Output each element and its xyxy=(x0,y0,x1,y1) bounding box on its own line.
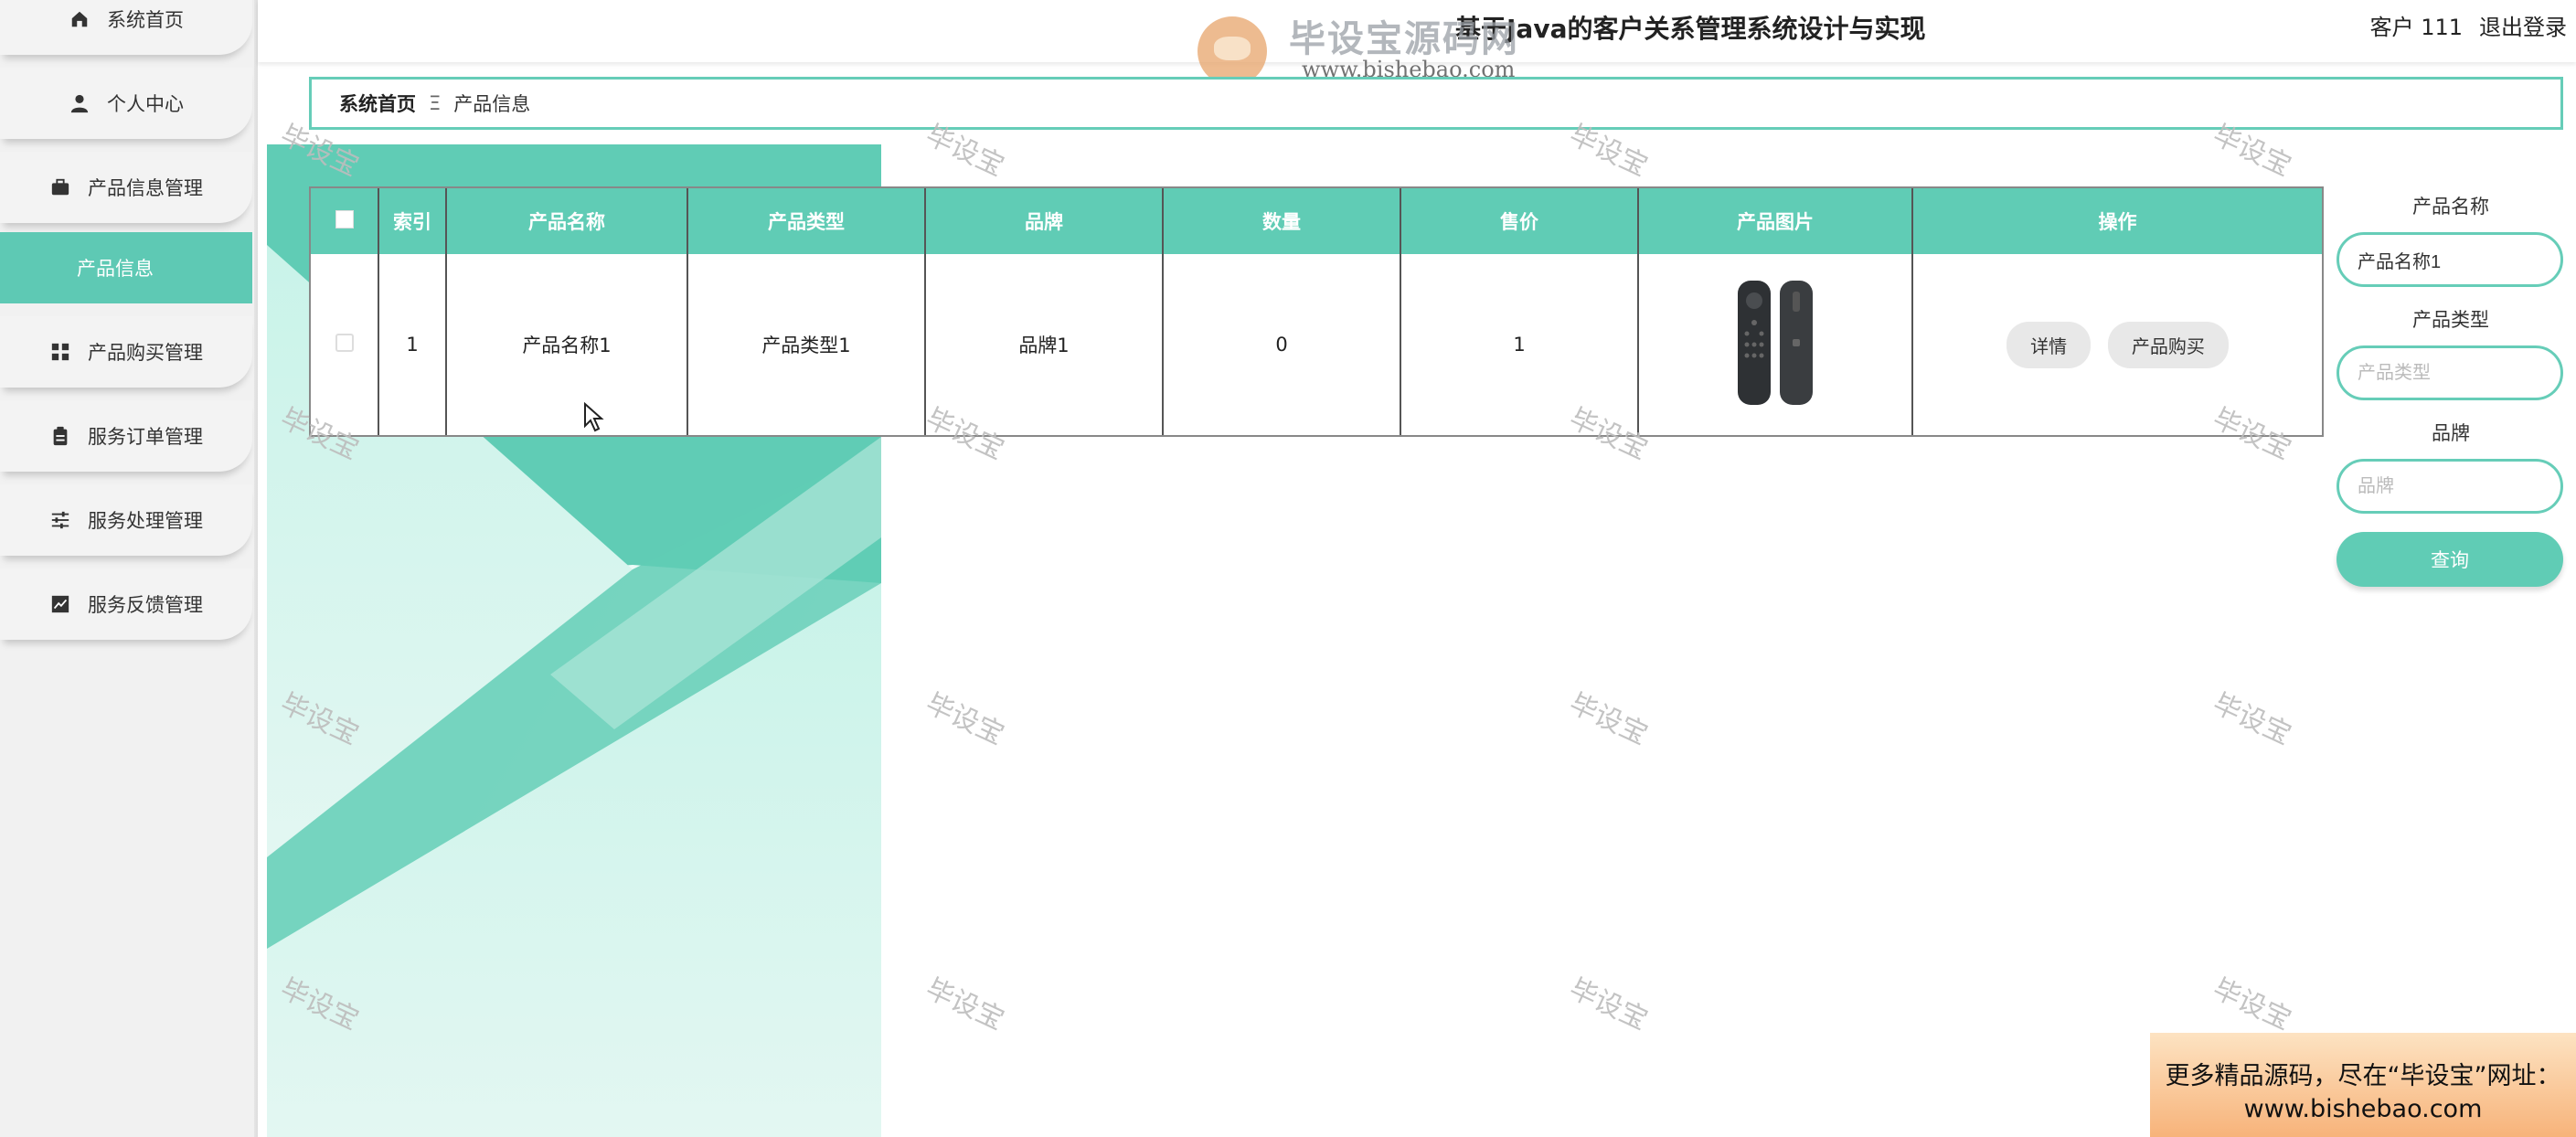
cell-index: 1 xyxy=(378,254,447,435)
search-button[interactable]: 查询 xyxy=(2336,532,2563,587)
remote-control-image xyxy=(1738,280,1813,405)
cell-name: 产品名称1 xyxy=(446,254,688,435)
promo-line-2: www.bishebao.com xyxy=(2243,1095,2483,1123)
sidebar-item-product-manage[interactable]: 产品信息管理 xyxy=(0,152,252,223)
column-header-index: 索引 xyxy=(378,188,447,254)
logo-mascot-icon xyxy=(1198,16,1267,86)
watermark: 毕设宝 xyxy=(2208,687,2296,752)
mouse-cursor-icon xyxy=(584,402,604,432)
sidebar-item-profile[interactable]: 个人中心 xyxy=(0,68,252,139)
sidebar-item-label: 服务订单管理 xyxy=(88,426,203,448)
sidebar-item-label: 产品信息 xyxy=(77,258,154,280)
product-name-input[interactable] xyxy=(2336,232,2563,287)
column-header-quantity: 数量 xyxy=(1163,188,1401,254)
sliders-icon xyxy=(49,509,71,531)
sidebar-item-label: 个人中心 xyxy=(107,93,184,115)
person-icon xyxy=(69,92,90,114)
logo-watermark-name: 毕设宝源码网 xyxy=(1289,18,1519,60)
watermark: 毕设宝 xyxy=(1564,687,1653,752)
sidebar-item-order-manage[interactable]: 服务订单管理 xyxy=(0,400,252,472)
watermark: 毕设宝 xyxy=(1564,972,1653,1037)
select-all-checkbox[interactable] xyxy=(311,188,379,254)
user-area: 客户 111 退出登录 xyxy=(2370,9,2567,41)
promo-banner[interactable]: 更多精品源码，尽在“毕设宝”网址： www.bishebao.com xyxy=(2150,1033,2576,1137)
cell-actions: 详情 产品购买 xyxy=(1912,254,2322,435)
grid-icon xyxy=(49,341,71,363)
column-header-brand: 品牌 xyxy=(925,188,1164,254)
row-checkbox[interactable] xyxy=(311,254,379,435)
site-logo-watermark: 毕设宝源码网 www.bishebao.com xyxy=(1188,4,1554,86)
sidebar: 系统首页 个人中心 产品信息管理 产品信息 产品购买管理 服务订单管理 服务处理… xyxy=(0,0,258,1137)
brand-input[interactable] xyxy=(2336,459,2563,514)
detail-button[interactable]: 详情 xyxy=(2007,321,2092,368)
product-type-label: 产品类型 xyxy=(2412,309,2489,331)
briefcase-icon xyxy=(49,176,71,198)
column-header-actions: 操作 xyxy=(1912,188,2322,254)
sidebar-item-label: 系统首页 xyxy=(107,9,184,31)
sidebar-item-process-manage[interactable]: 服务处理管理 xyxy=(0,484,252,556)
sidebar-item-feedback-manage[interactable]: 服务反馈管理 xyxy=(0,568,252,640)
breadcrumb-current: 产品信息 xyxy=(453,93,531,115)
sidebar-item-label: 服务处理管理 xyxy=(88,510,203,532)
clipboard-icon xyxy=(49,425,71,447)
table-header-row: 索引 产品名称 产品类型 品牌 数量 售价 产品图片 操作 xyxy=(311,188,2322,254)
column-header-image: 产品图片 xyxy=(1638,188,1913,254)
product-table: 索引 产品名称 产品类型 品牌 数量 售价 产品图片 操作 1 产品名称1 产品… xyxy=(309,186,2324,437)
watermark: 毕设宝 xyxy=(921,972,1009,1037)
product-name-label: 产品名称 xyxy=(2412,196,2489,218)
purchase-button[interactable]: 产品购买 xyxy=(2107,321,2229,368)
chart-icon xyxy=(49,593,71,615)
column-header-type: 产品类型 xyxy=(687,188,926,254)
cell-quantity: 0 xyxy=(1163,254,1401,435)
sidebar-item-product-info[interactable]: 产品信息 xyxy=(0,232,252,303)
breadcrumb-separator: Ξ xyxy=(429,92,442,114)
current-user: 客户 111 xyxy=(2369,15,2463,40)
sidebar-item-label: 产品购买管理 xyxy=(88,342,203,364)
sidebar-item-label: 服务反馈管理 xyxy=(88,594,203,616)
sidebar-item-purchase-manage[interactable]: 产品购买管理 xyxy=(0,316,252,388)
search-panel: 产品名称 产品类型 品牌 查询 xyxy=(2336,192,2565,587)
logout-link[interactable]: 退出登录 xyxy=(2479,9,2567,41)
sidebar-item-home[interactable]: 系统首页 xyxy=(0,0,252,55)
cell-image xyxy=(1638,254,1913,435)
brand-label: 品牌 xyxy=(2432,422,2470,444)
column-header-price: 售价 xyxy=(1400,188,1639,254)
home-icon xyxy=(69,8,90,30)
column-header-name: 产品名称 xyxy=(446,188,688,254)
cell-type: 产品类型1 xyxy=(687,254,926,435)
sidebar-item-label: 产品信息管理 xyxy=(88,177,203,199)
product-type-input[interactable] xyxy=(2336,345,2563,400)
promo-line-1: 更多精品源码，尽在“毕设宝”网址： xyxy=(2165,1062,2561,1090)
table-row: 1 产品名称1 产品类型1 品牌1 0 1 详情 产品购买 xyxy=(311,254,2322,435)
watermark: 毕设宝 xyxy=(2208,972,2296,1037)
breadcrumb-home[interactable]: 系统首页 xyxy=(339,90,416,117)
watermark: 毕设宝 xyxy=(921,687,1009,752)
